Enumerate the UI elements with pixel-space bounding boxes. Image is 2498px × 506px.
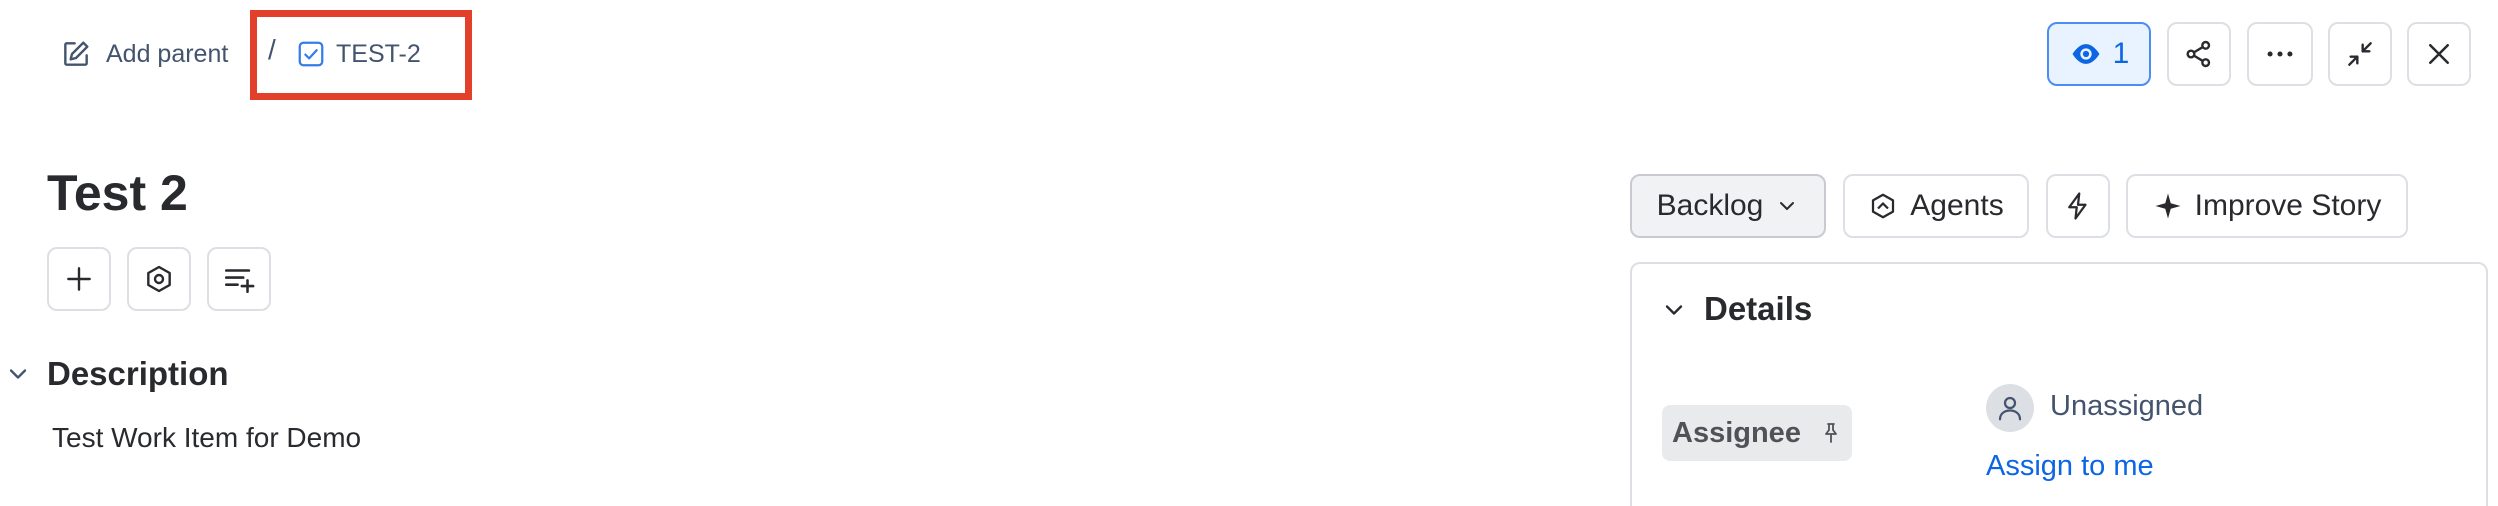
improve-story-button[interactable]: Improve Story bbox=[2126, 174, 2408, 238]
assignee-value[interactable]: Unassigned bbox=[2050, 390, 2203, 423]
hexagon-icon bbox=[143, 263, 175, 295]
status-label: Backlog bbox=[1656, 189, 1764, 222]
agents-button[interactable]: Agents bbox=[1843, 174, 2029, 238]
lightning-bolt-icon bbox=[2063, 191, 2093, 221]
add-button[interactable] bbox=[47, 247, 111, 311]
minimize-icon bbox=[2344, 38, 2376, 70]
close-icon bbox=[2424, 39, 2454, 69]
improve-story-label: Improve Story bbox=[2194, 189, 2382, 222]
highlight-box bbox=[250, 10, 472, 100]
share-button[interactable] bbox=[2167, 22, 2231, 86]
chevron-down-icon bbox=[1775, 194, 1799, 218]
agents-icon bbox=[1868, 191, 1898, 221]
user-icon bbox=[1995, 393, 2025, 423]
share-icon bbox=[2183, 38, 2215, 70]
issue-title[interactable]: Test 2 bbox=[47, 164, 188, 222]
list-sparkle-icon bbox=[222, 262, 256, 296]
agents-label: Agents bbox=[1910, 189, 2004, 222]
description-text[interactable]: Test Work Item for Demo bbox=[52, 422, 361, 454]
close-button[interactable] bbox=[2407, 22, 2471, 86]
assignee-field-label[interactable]: Assignee bbox=[1662, 405, 1852, 461]
pin-icon[interactable] bbox=[1819, 421, 1843, 445]
plus-icon bbox=[63, 263, 95, 295]
description-chevron-icon[interactable] bbox=[4, 360, 32, 388]
status-dropdown[interactable]: Backlog bbox=[1630, 174, 1826, 238]
more-actions-button[interactable] bbox=[2247, 22, 2313, 86]
details-heading[interactable]: Details bbox=[1704, 290, 1812, 328]
details-chevron-icon[interactable] bbox=[1660, 296, 1688, 324]
watch-button[interactable]: 1 bbox=[2047, 22, 2151, 86]
assignee-label-text: Assignee bbox=[1672, 416, 1801, 449]
eye-icon bbox=[2069, 37, 2103, 71]
automation-button[interactable] bbox=[2046, 174, 2110, 238]
assign-to-me-link[interactable]: Assign to me bbox=[1986, 450, 2154, 483]
add-parent-label: Add parent bbox=[106, 39, 229, 68]
description-heading: Description bbox=[47, 355, 229, 392]
apps-button[interactable] bbox=[127, 247, 191, 311]
minimize-button[interactable] bbox=[2328, 22, 2392, 86]
watch-count: 1 bbox=[2112, 37, 2130, 70]
add-parent-button[interactable]: Add parent bbox=[60, 30, 228, 78]
more-horizontal-icon bbox=[2263, 37, 2297, 71]
sparkle-icon bbox=[2153, 191, 2183, 221]
pencil-square-icon bbox=[60, 38, 92, 70]
list-add-button[interactable] bbox=[207, 247, 271, 311]
avatar bbox=[1986, 384, 2034, 432]
